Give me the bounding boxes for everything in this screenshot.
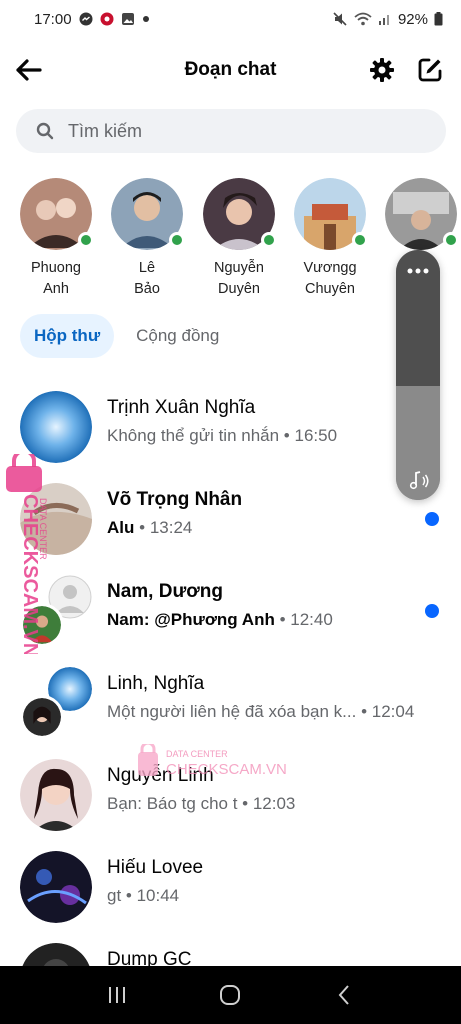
avatar (385, 178, 459, 250)
svg-text:DATA CENTER: DATA CENTER (166, 749, 228, 759)
chat-name: Nam, Dương (107, 581, 223, 602)
more-notifications-icon (142, 15, 150, 23)
avatar (20, 851, 92, 923)
unread-indicator (425, 604, 439, 618)
home-icon (220, 985, 241, 1005)
settings-button[interactable] (366, 54, 398, 86)
avatar (111, 178, 185, 250)
group-avatar (20, 667, 92, 739)
messenger-notification-icon (79, 12, 93, 26)
gear-icon (370, 58, 394, 82)
inbox-tabs: Hộp thư Cộng đồng (20, 314, 233, 358)
svg-text:CHECKSCAM.VN: CHECKSCAM.VN (166, 761, 287, 778)
status-bar: 17:00 92% (0, 0, 461, 38)
chat-row[interactable]: Dump GC (0, 935, 461, 966)
more-options-icon[interactable] (406, 264, 430, 278)
home-button[interactable] (210, 975, 250, 1015)
chat-row[interactable]: Hiếu Lovee gt • 10:44 (0, 843, 461, 931)
avatar (20, 759, 92, 831)
compose-button[interactable] (414, 54, 446, 86)
online-indicator (352, 232, 368, 248)
music-note-icon (409, 471, 429, 490)
chat-name: Hiếu Lovee (107, 857, 204, 878)
battery-icon (434, 12, 443, 26)
volume-panel[interactable] (396, 250, 440, 500)
avatar (20, 943, 92, 966)
watermark-center: DATA CENTER CHECKSCAM.VN (138, 741, 298, 778)
active-contact[interactable]: Nguyễn Duyên (193, 178, 285, 300)
mute-icon (332, 11, 348, 27)
search-bar[interactable] (16, 109, 446, 153)
contact-name: Phuong Anh (31, 260, 81, 297)
chat-preview: Alu • 13:24 (107, 518, 193, 537)
battery-percent: 92% (397, 10, 428, 28)
chat-name: Trịnh Xuân Nghĩa (107, 397, 256, 418)
gallery-notification-icon (121, 12, 135, 26)
online-indicator (169, 232, 185, 248)
chat-preview: gt • 10:44 (107, 886, 180, 905)
chat-row[interactable]: Linh, Nghĩa Một người liên hệ đã xóa bạn… (0, 659, 461, 747)
contact-name: Lê Bảo (134, 260, 160, 297)
search-icon (36, 122, 54, 140)
chat-preview: Nam: @Phương Anh • 12:40 (107, 610, 333, 629)
chat-preview: Bạn: Báo tg cho t • 12:03 (107, 794, 296, 813)
online-indicator (261, 232, 277, 248)
compose-icon (418, 58, 442, 82)
active-contact[interactable]: Lê Bảo (101, 178, 193, 300)
avatar (20, 178, 94, 250)
avatar (203, 178, 277, 250)
chevron-left-icon (338, 985, 349, 1005)
chat-preview: Một người liên hệ đã xóa bạn k... • 12:0… (107, 702, 415, 721)
chat-name: Linh, Nghĩa (107, 673, 205, 694)
online-indicator (443, 232, 459, 248)
recent-apps-icon (108, 987, 125, 1003)
watermark-side: CHECKSCAM.VN DATA CENTER (4, 449, 56, 657)
active-contact[interactable]: Phuong Anh (10, 178, 102, 300)
status-time: 17:00 (34, 10, 72, 28)
chat-name: Võ Trọng Nhân (107, 489, 243, 510)
search-input[interactable] (68, 120, 408, 142)
svg-text:DATA CENTER: DATA CENTER (38, 498, 48, 560)
active-contacts-row: Phuong Anh Lê Bảo Nguyễn Duyên Vươngg Chuyên… (0, 178, 461, 298)
tab-communities[interactable]: Cộng đồng (122, 314, 233, 358)
system-nav-bar (0, 966, 461, 1024)
wifi-icon (354, 12, 372, 26)
contact-name: Nguyễn Duyên (214, 260, 264, 297)
watermark-logo: CHECKSCAM.VN DATA CENTER (6, 449, 48, 657)
app-header: Đoạn chat (0, 48, 461, 92)
app-notification-icon (100, 12, 114, 26)
tab-inbox[interactable]: Hộp thư (20, 314, 115, 358)
system-back-button[interactable] (324, 975, 364, 1015)
chat-row[interactable]: Võ Trọng Nhân Alu • 13:24 (0, 475, 461, 563)
svg-text:CHECKSCAM.VN: CHECKSCAM.VN (19, 494, 41, 654)
chat-name: Dump GC (107, 949, 192, 966)
signal-icon (378, 12, 392, 26)
watermark-logo: DATA CENTER CHECKSCAM.VN (138, 741, 287, 778)
recent-apps-button[interactable] (97, 975, 137, 1015)
contact-name: Vươngg Chuyên (303, 260, 357, 297)
chat-row[interactable]: Trịnh Xuân Nghĩa Không thể gửi tin nhắn … (0, 383, 461, 471)
avatar (20, 391, 92, 463)
avatar (294, 178, 368, 250)
active-contact[interactable]: Vươngg Chuyên (284, 178, 376, 300)
chat-row[interactable]: Nam, Dương Nam: @Phương Anh • 12:40 (0, 567, 461, 655)
chat-preview: Không thể gửi tin nhắn • 16:50 (107, 426, 338, 445)
online-indicator (78, 232, 94, 248)
unread-indicator (425, 512, 439, 526)
